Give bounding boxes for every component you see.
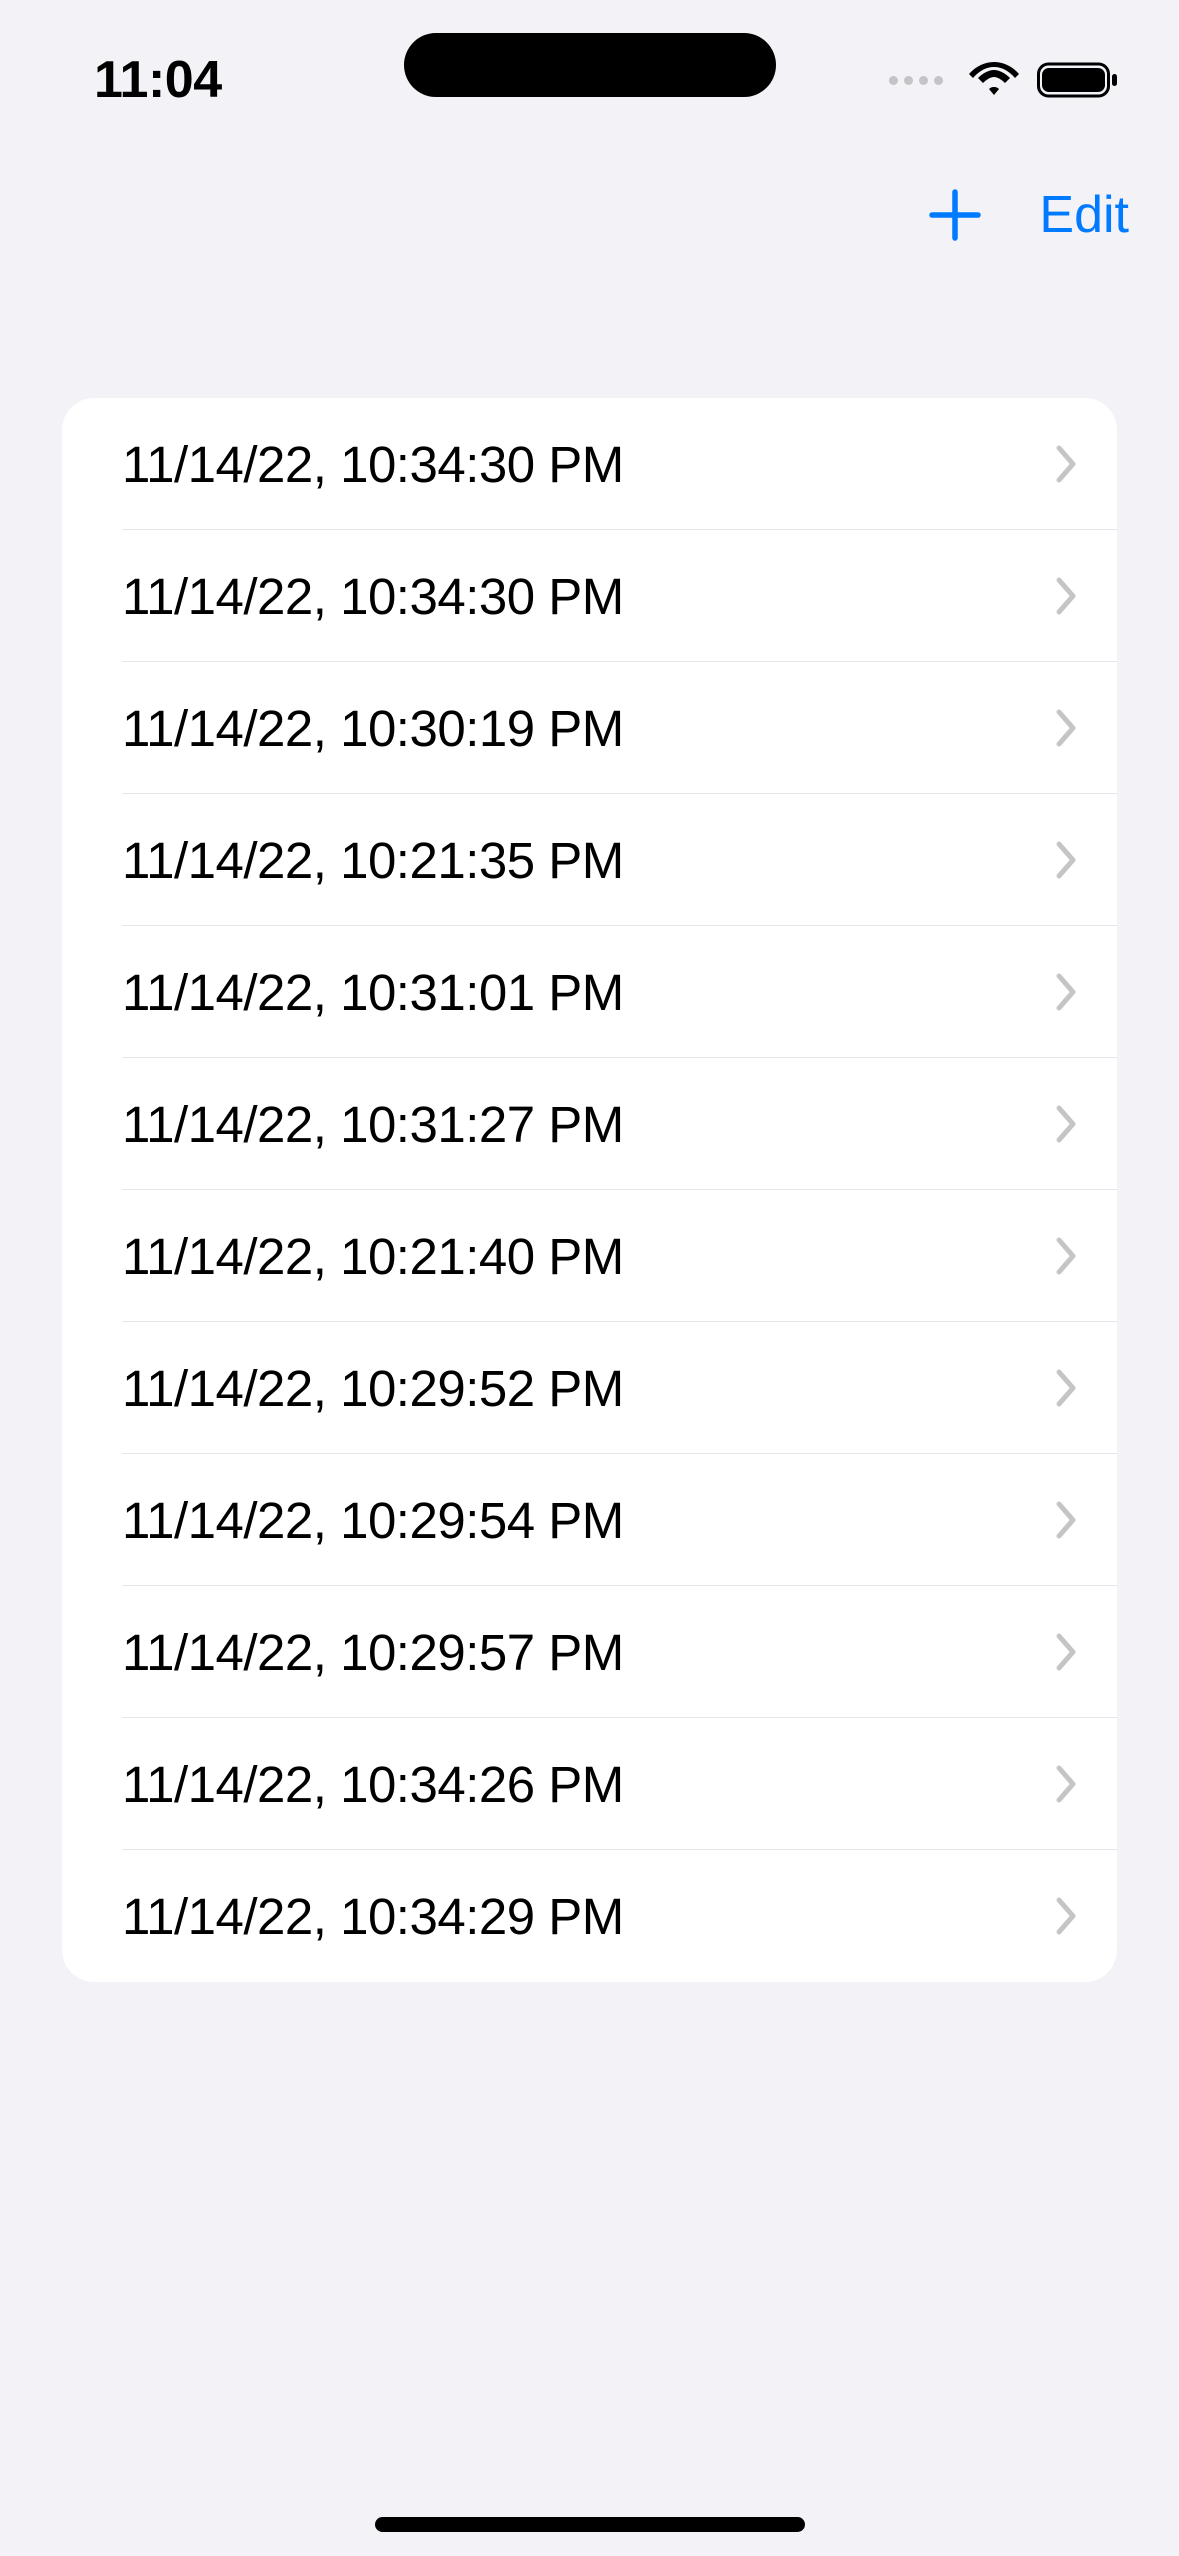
- chevron-right-icon: [1055, 1897, 1079, 1935]
- list-container: 11/14/22, 10:34:30 PM 11/14/22, 10:34:30…: [62, 398, 1117, 1982]
- chevron-right-icon: [1055, 841, 1079, 879]
- chevron-right-icon: [1055, 973, 1079, 1011]
- chevron-right-icon: [1055, 1237, 1079, 1275]
- chevron-right-icon: [1055, 1105, 1079, 1143]
- list-item[interactable]: 11/14/22, 10:29:52 PM: [62, 1322, 1117, 1454]
- chevron-right-icon: [1055, 577, 1079, 615]
- wifi-icon: [969, 61, 1019, 99]
- status-bar: 11:04: [0, 0, 1179, 130]
- list-item-label: 11/14/22, 10:34:29 PM: [122, 1887, 624, 1946]
- list-item[interactable]: 11/14/22, 10:30:19 PM: [62, 662, 1117, 794]
- status-time: 11:04: [60, 20, 222, 110]
- chevron-right-icon: [1055, 1633, 1079, 1671]
- list-item[interactable]: 11/14/22, 10:34:29 PM: [62, 1850, 1117, 1982]
- list-item[interactable]: 11/14/22, 10:31:27 PM: [62, 1058, 1117, 1190]
- list-item[interactable]: 11/14/22, 10:29:54 PM: [62, 1454, 1117, 1586]
- battery-icon: [1037, 60, 1119, 100]
- nav-bar: Edit: [877, 160, 1179, 270]
- list-item[interactable]: 11/14/22, 10:29:57 PM: [62, 1586, 1117, 1718]
- cellular-icon: [889, 76, 943, 85]
- list-item-label: 11/14/22, 10:30:19 PM: [122, 699, 624, 758]
- chevron-right-icon: [1055, 1369, 1079, 1407]
- list-item-label: 11/14/22, 10:34:30 PM: [122, 435, 624, 494]
- list-item-label: 11/14/22, 10:29:52 PM: [122, 1359, 624, 1418]
- dynamic-island: [404, 33, 776, 97]
- list-item[interactable]: 11/14/22, 10:34:26 PM: [62, 1718, 1117, 1850]
- chevron-right-icon: [1055, 1501, 1079, 1539]
- list-item-label: 11/14/22, 10:21:40 PM: [122, 1227, 624, 1286]
- status-indicators: [889, 30, 1119, 100]
- list-item-label: 11/14/22, 10:31:01 PM: [122, 963, 624, 1022]
- list-item-label: 11/14/22, 10:29:54 PM: [122, 1491, 624, 1550]
- list-item-label: 11/14/22, 10:34:30 PM: [122, 567, 624, 626]
- chevron-right-icon: [1055, 1765, 1079, 1803]
- list-item[interactable]: 11/14/22, 10:34:30 PM: [62, 530, 1117, 662]
- edit-button[interactable]: Edit: [1039, 185, 1129, 245]
- list-item-label: 11/14/22, 10:34:26 PM: [122, 1755, 624, 1814]
- list-item[interactable]: 11/14/22, 10:21:35 PM: [62, 794, 1117, 926]
- plus-icon: [929, 189, 981, 241]
- list-item[interactable]: 11/14/22, 10:21:40 PM: [62, 1190, 1117, 1322]
- list-item-label: 11/14/22, 10:31:27 PM: [122, 1095, 624, 1154]
- home-indicator[interactable]: [375, 2517, 805, 2532]
- list-item-label: 11/14/22, 10:21:35 PM: [122, 831, 624, 890]
- list-item[interactable]: 11/14/22, 10:31:01 PM: [62, 926, 1117, 1058]
- chevron-right-icon: [1055, 709, 1079, 747]
- list-item-label: 11/14/22, 10:29:57 PM: [122, 1623, 624, 1682]
- list-item[interactable]: 11/14/22, 10:34:30 PM: [62, 398, 1117, 530]
- add-button[interactable]: [927, 187, 983, 243]
- chevron-right-icon: [1055, 445, 1079, 483]
